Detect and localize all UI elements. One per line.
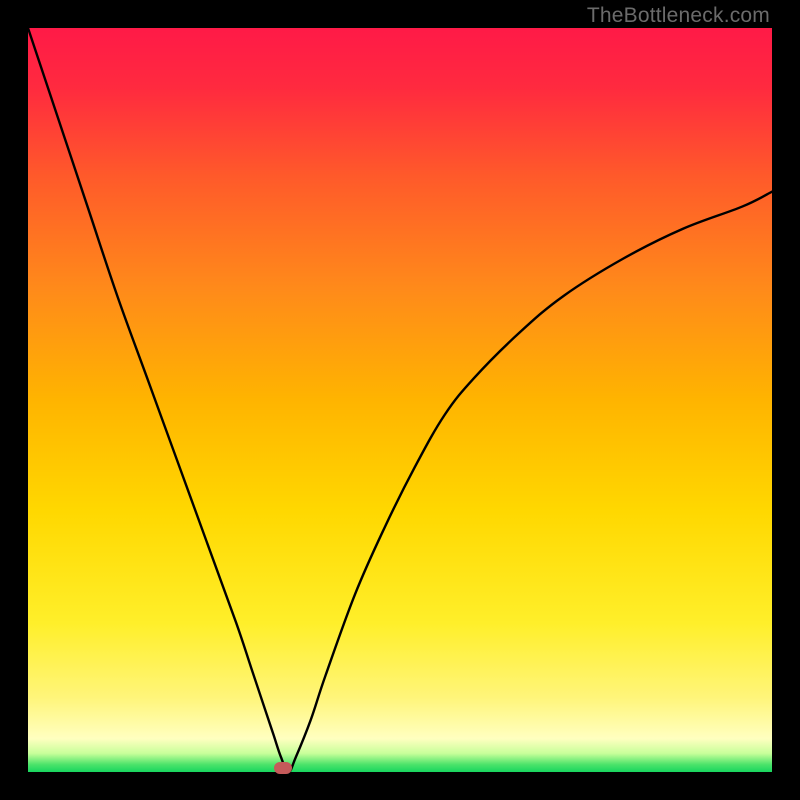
plot-area [28,28,772,772]
bottleneck-curve [28,28,772,772]
watermark-text: TheBottleneck.com [587,4,770,28]
chart-frame: TheBottleneck.com [0,0,800,800]
optimal-point-marker [274,762,292,774]
